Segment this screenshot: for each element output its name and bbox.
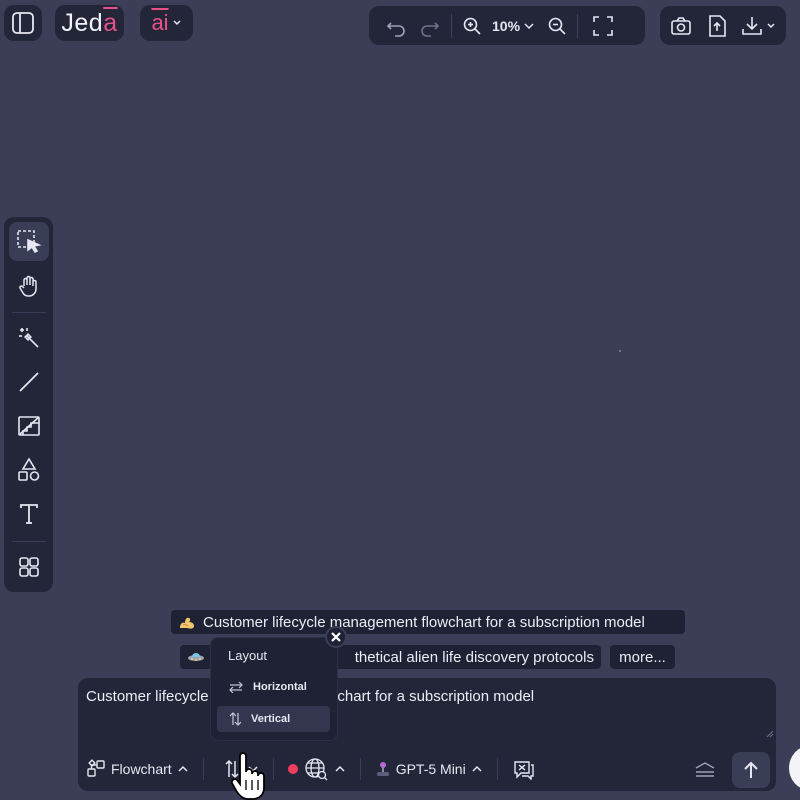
magic-wand-tool[interactable] (9, 319, 49, 358)
divider (577, 13, 579, 38)
fullscreen-icon[interactable] (592, 15, 614, 37)
divider (451, 13, 452, 38)
text-icon (19, 504, 38, 525)
option-label: Vertical (251, 713, 291, 725)
select-icon (16, 229, 42, 253)
grid-icon (18, 557, 39, 578)
horizontal-layout-icon (229, 681, 243, 693)
record-dot (287, 764, 298, 774)
layout-option-vertical[interactable]: Vertical (217, 706, 330, 732)
image-icon (17, 416, 40, 437)
chevron-up-icon (335, 765, 345, 772)
chevron-down-icon (172, 18, 182, 28)
zoom-in-icon[interactable] (462, 16, 482, 36)
text-tool[interactable] (9, 495, 49, 534)
prompt-footer: Flowchart GPT-5 Mini (86, 753, 768, 785)
camera-icon[interactable] (670, 15, 692, 37)
shapes-icon (17, 457, 39, 482)
zoom-level[interactable]: 10% (492, 18, 520, 34)
download-icon[interactable] (741, 15, 776, 37)
popup-title: Layout (228, 648, 268, 663)
suggestion-chip[interactable]: Customer lifecycle management flowchart … (171, 610, 685, 634)
divider (496, 758, 498, 780)
ai-label: ai (151, 10, 169, 35)
undo-icon[interactable] (385, 15, 407, 37)
vertical-layout-icon (229, 712, 241, 726)
upload-file-icon[interactable] (706, 14, 728, 38)
close-popup-button[interactable] (325, 626, 347, 648)
sidebar-toggle-button[interactable] (4, 5, 42, 41)
more-label: more... (619, 648, 666, 666)
layout-option-horizontal[interactable]: Horizontal (217, 674, 330, 700)
top-toolbar: 10% (369, 6, 645, 45)
divider (359, 758, 361, 780)
layout-popup: Layout Horizontal Vertical (210, 637, 338, 741)
suggestion-label: Customer lifecycle management flowchart … (203, 613, 645, 631)
divider (11, 312, 46, 313)
suggestion-label: thetical alien life discovery protocols (354, 648, 594, 666)
line-tool[interactable] (9, 363, 49, 402)
joystick-icon (376, 762, 389, 776)
close-icon (331, 632, 341, 642)
diagram-type-label: Flowchart (111, 761, 172, 777)
app-logo: Jeda (55, 5, 124, 41)
select-tool[interactable] (8, 222, 49, 261)
ufo-emoji-icon (187, 649, 205, 665)
ai-menu-button[interactable]: ai (140, 5, 193, 41)
chevron-up-icon (472, 765, 482, 772)
hand-tool[interactable] (9, 266, 49, 305)
stack-icon[interactable] (694, 759, 716, 779)
shapes-tool[interactable] (9, 451, 49, 490)
prompt-value-left: Customer lifecycle (86, 688, 209, 705)
chevron-up-icon (178, 765, 188, 772)
option-label: Horizontal (253, 681, 307, 693)
model-label: GPT-5 Mini (395, 761, 466, 777)
logo-accent: a (103, 8, 118, 37)
divider (11, 540, 46, 542)
arrow-up-icon (744, 761, 758, 778)
canvas-dot (619, 350, 621, 352)
model-selector[interactable]: GPT-5 Mini (375, 761, 483, 777)
zoom-out-icon[interactable] (547, 16, 567, 36)
image-tool[interactable] (9, 407, 49, 446)
divider (202, 758, 204, 780)
prompt-input[interactable]: Customer lifecycle wchart for a subscript… (78, 678, 776, 791)
more-suggestions-button[interactable]: more... (610, 645, 675, 669)
redo-icon[interactable] (419, 15, 441, 37)
clear-chat-button[interactable] (512, 758, 536, 780)
help-widget[interactable] (789, 746, 800, 790)
language-selector[interactable] (287, 757, 346, 781)
components-tool[interactable] (9, 548, 49, 587)
prompt-value-right: wchart for a subscription model (326, 688, 535, 705)
line-icon (18, 372, 39, 393)
magic-wand-icon (18, 328, 39, 349)
diagram-type-selector[interactable]: Flowchart (86, 759, 189, 779)
pointer-cursor-icon (230, 752, 270, 800)
resize-handle-icon[interactable] (766, 730, 774, 738)
globe-search-icon (305, 758, 328, 781)
export-toolbar (660, 6, 786, 45)
hand-icon (18, 275, 37, 297)
chat-clear-icon (514, 761, 534, 780)
divider (272, 758, 274, 780)
muscle-emoji-icon (178, 614, 196, 630)
sidebar-icon (10, 10, 36, 36)
flowchart-icon (87, 759, 105, 777)
tool-palette (4, 217, 53, 592)
chevron-down-icon (767, 22, 775, 28)
send-button[interactable] (732, 752, 770, 788)
logo-text: Jed (61, 8, 104, 37)
chevron-down-icon[interactable] (523, 20, 535, 32)
